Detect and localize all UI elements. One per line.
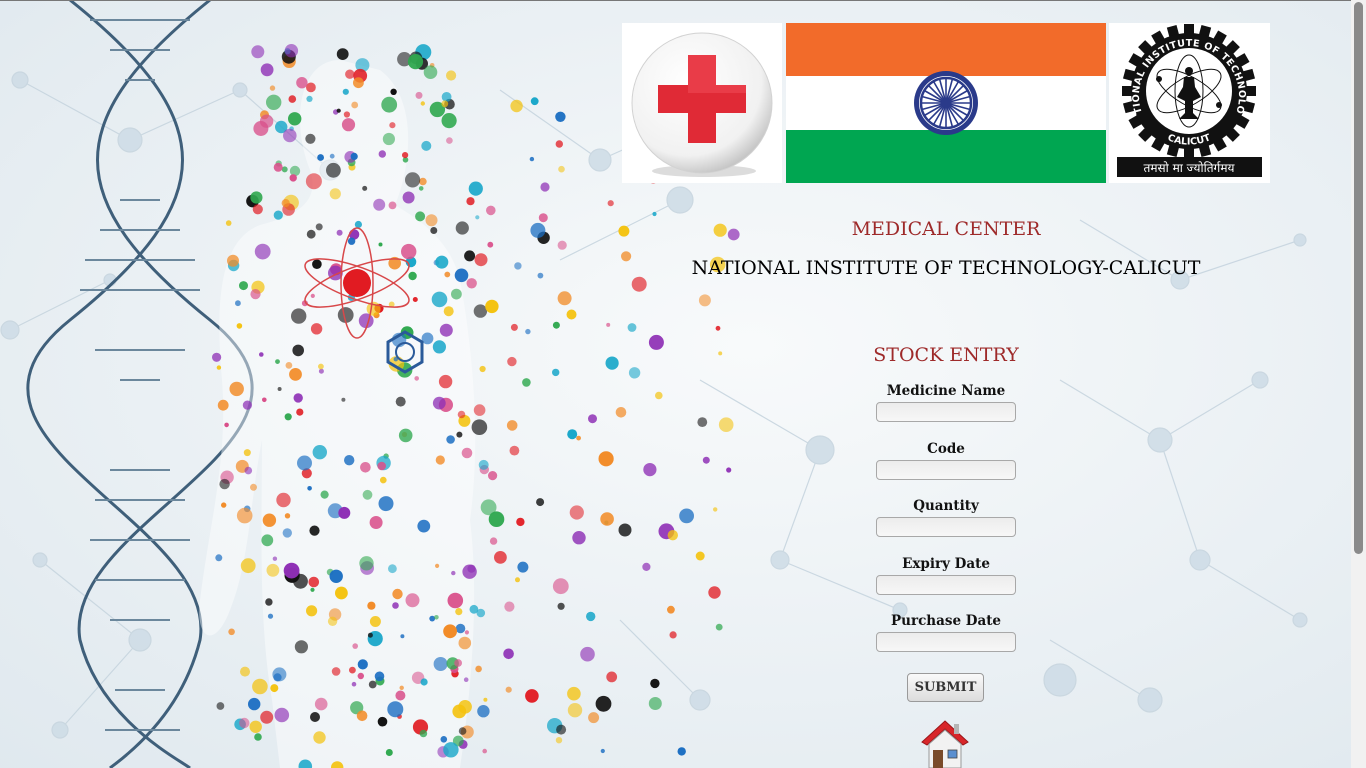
nit-motto: तमसो मा ज्योतिर्गमय [1144,161,1236,175]
medicine-name-field: Medicine Name [846,382,1046,440]
purchase-date-input[interactable] [876,632,1016,652]
quantity-input[interactable] [876,517,1016,537]
purchase-date-label: Purchase Date [890,613,1002,629]
red-cross-icon [631,32,773,177]
code-input[interactable] [876,459,1016,480]
nit-emblem-icon: NATIONAL INSTITUTE OF TECHNOLOGY CALICUT… [1117,24,1262,177]
quantity-field: Quantity [846,497,1046,555]
india-flag [786,23,1106,183]
expiry-date-field: Expiry Date [846,555,1046,613]
submit-button[interactable]: SUBMIT [907,673,984,702]
expiry-date-input[interactable] [876,574,1016,595]
stock-entry-form: Medicine Name Code Quantity Expiry Date … [846,382,1046,670]
home-icon[interactable] [920,718,970,768]
window-top-border [0,0,1366,1]
expiry-date-label: Expiry Date [902,555,990,572]
institute-title: NATIONAL INSTITUTE OF TECHNOLOGY-CALICUT [691,257,1201,279]
scrollbar-thumb[interactable] [1354,2,1363,554]
medicine-name-label: Medicine Name [886,383,1006,399]
ashoka-chakra-icon [914,71,978,135]
red-cross-logo [622,23,782,183]
purchase-date-field: Purchase Date [846,612,1046,670]
page-scrollbar[interactable] [1351,0,1366,768]
quantity-label: Quantity [913,498,979,514]
code-field: Code [846,440,1046,498]
code-label: Code [927,440,965,457]
stock-entry-title: STOCK ENTRY [873,344,1019,366]
medicine-name-input[interactable] [876,402,1016,422]
medical-center-title: MEDICAL CENTER [851,218,1041,240]
nit-calicut-logo: NATIONAL INSTITUTE OF TECHNOLOGY CALICUT… [1109,23,1270,183]
